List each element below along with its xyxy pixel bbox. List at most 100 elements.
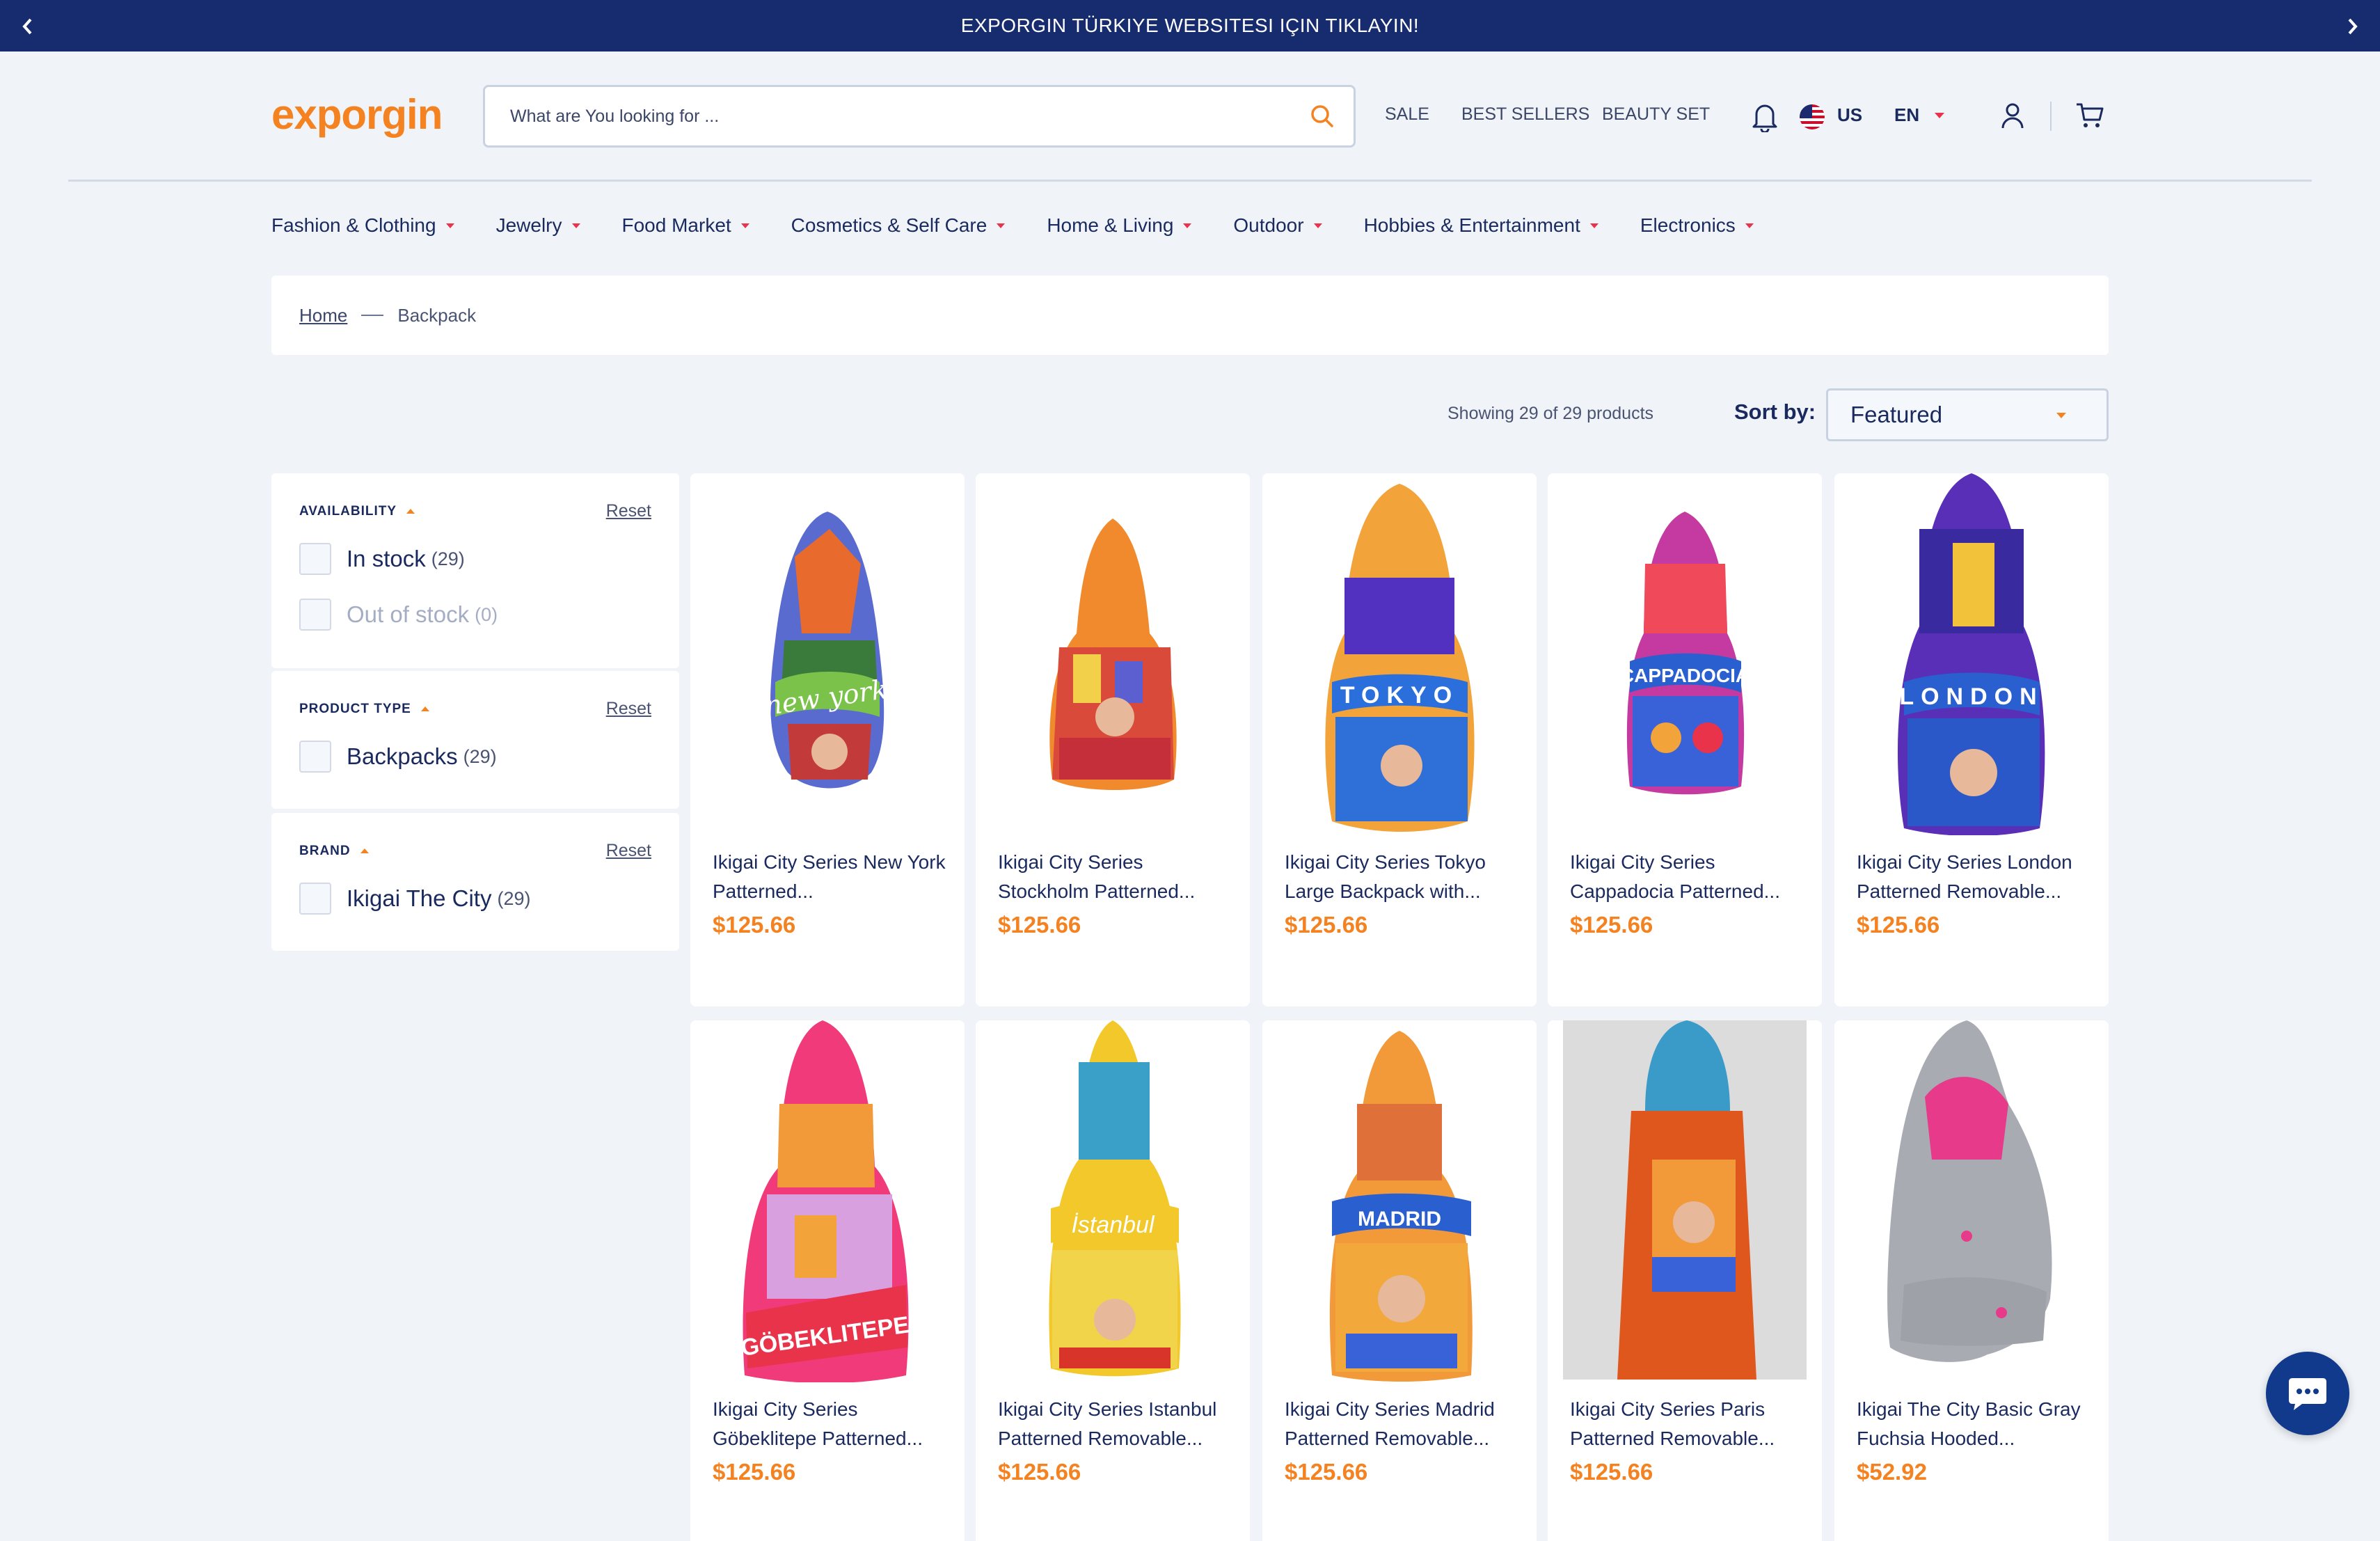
logo[interactable]: exporgin — [271, 90, 443, 139]
product-price: $125.66 — [1570, 1459, 1653, 1485]
product-image[interactable]: new york — [690, 473, 965, 835]
filter-brand: BRAND Reset Ikigai The City (29) — [271, 813, 679, 951]
product-title[interactable]: Ikigai City Series New York Patterned... — [713, 848, 946, 906]
chat-icon — [2289, 1378, 2326, 1410]
filter-brand-reset[interactable]: Reset — [606, 841, 651, 861]
product-price: $125.66 — [998, 912, 1081, 938]
filter-product-type-reset[interactable]: Reset — [606, 699, 651, 719]
caret-down-icon — [997, 223, 1006, 228]
filter-availability: AVAILABILITY Reset In stock (29) Out of … — [271, 473, 679, 668]
nav-link-sale[interactable]: SALE — [1385, 104, 1429, 125]
image-label: LONDON — [1899, 683, 2043, 710]
product-price: $125.66 — [1857, 912, 1940, 938]
filter-option-ikigai[interactable]: Ikigai The City (29) — [299, 871, 651, 926]
search-icon — [1311, 105, 1333, 127]
product-card[interactable]: GÖBEKLITEPE Ikigai City Series Göbeklite… — [690, 1020, 965, 1541]
caret-down-icon — [1935, 113, 1944, 118]
product-title[interactable]: Ikigai City Series Tokyo Large Backpack … — [1285, 848, 1518, 906]
filter-product-type: PRODUCT TYPE Reset Backpacks (29) — [271, 671, 679, 809]
product-image[interactable]: GÖBEKLITEPE — [690, 1020, 965, 1382]
product-card[interactable]: İstanbul Ikigai City Series Istanbul Pat… — [976, 1020, 1250, 1541]
product-title[interactable]: Ikigai City Series London Patterned Remo… — [1857, 848, 2091, 906]
product-image[interactable]: LONDON — [1834, 473, 2109, 835]
product-card[interactable]: Ikigai City Series Stockholm Patterned..… — [976, 473, 1250, 1006]
header-divider-line — [68, 180, 2312, 182]
search-input[interactable] — [510, 106, 1291, 127]
category-food-market[interactable]: Food Market — [622, 214, 749, 237]
cart-button[interactable] — [2075, 102, 2104, 133]
sort-select[interactable]: Featured — [1826, 388, 2109, 441]
country-selector[interactable]: US — [1837, 104, 1862, 126]
caret-down-icon — [1589, 223, 1598, 228]
product-card[interactable]: Ikigai City Series Paris Patterned Remov… — [1548, 1020, 1822, 1541]
filter-availability-reset[interactable]: Reset — [606, 501, 651, 521]
category-hobbies[interactable]: Hobbies & Entertainment — [1364, 214, 1598, 237]
product-image[interactable]: MADRID — [1262, 1020, 1537, 1382]
cart-icon — [2077, 103, 2104, 127]
chat-button[interactable] — [2266, 1352, 2349, 1435]
product-card[interactable]: MADRID Ikigai City Series Madrid Pattern… — [1262, 1020, 1537, 1541]
category-home-living[interactable]: Home & Living — [1047, 214, 1192, 237]
category-electronics[interactable]: Electronics — [1640, 214, 1754, 237]
product-image[interactable]: TOKYO — [1262, 473, 1537, 835]
product-image[interactable]: İstanbul — [976, 1020, 1250, 1382]
search-button[interactable] — [1291, 87, 1354, 145]
product-price: $125.66 — [1570, 912, 1653, 938]
account-button[interactable] — [2000, 102, 2025, 133]
filter-availability-toggle[interactable]: AVAILABILITY — [299, 504, 415, 519]
product-price: $125.66 — [713, 1459, 796, 1485]
product-price: $125.66 — [998, 1459, 1081, 1485]
product-price: $125.66 — [1285, 912, 1368, 938]
product-card[interactable]: new york Ikigai City Series New York Pat… — [690, 473, 965, 1006]
language-selector[interactable]: EN — [1894, 104, 1919, 126]
product-image[interactable] — [976, 473, 1250, 835]
category-outdoor[interactable]: Outdoor — [1233, 214, 1322, 237]
checkbox[interactable] — [299, 599, 331, 631]
caret-down-icon — [1745, 223, 1754, 228]
product-image[interactable] — [1548, 1020, 1822, 1382]
filter-brand-toggle[interactable]: BRAND — [299, 844, 369, 859]
notification-bell-button[interactable] — [1751, 102, 1779, 136]
sort-label: Sort by: — [1734, 400, 1816, 424]
product-card[interactable]: LONDON Ikigai City Series London Pattern… — [1834, 473, 2109, 1006]
checkbox[interactable] — [299, 741, 331, 773]
nav-link-beauty-set[interactable]: BEAUTY SET — [1602, 104, 1710, 125]
product-count: Showing 29 of 29 products — [1447, 404, 1654, 423]
category-jewelry[interactable]: Jewelry — [496, 214, 580, 237]
filter-option-backpacks[interactable]: Backpacks (29) — [299, 729, 651, 784]
product-card[interactable]: CAPPADOCIA Ikigai City Series Cappadocia… — [1548, 473, 1822, 1006]
product-title[interactable]: Ikigai City Series Stockholm Patterned..… — [998, 848, 1232, 906]
caret-up-icon — [360, 848, 369, 853]
product-title[interactable]: Ikigai City Series Cappadocia Patterned.… — [1570, 848, 1804, 906]
product-image[interactable]: CAPPADOCIA — [1548, 473, 1822, 835]
checkbox[interactable] — [299, 543, 331, 575]
product-title[interactable]: Ikigai City Series Istanbul Patterned Re… — [998, 1395, 1232, 1453]
product-image[interactable] — [1834, 1020, 2109, 1382]
product-title[interactable]: Ikigai City Series Paris Patterned Remov… — [1570, 1395, 1804, 1453]
product-card[interactable]: Ikigai The City Basic Gray Fuchsia Hoode… — [1834, 1020, 2109, 1541]
breadcrumb-home-link[interactable]: Home — [299, 305, 347, 326]
nav-link-best-sellers[interactable]: BEST SELLERS — [1461, 104, 1589, 125]
caret-down-icon — [571, 223, 580, 228]
filter-product-type-toggle[interactable]: PRODUCT TYPE — [299, 702, 429, 717]
caret-down-icon — [445, 223, 454, 228]
filter-option-out-of-stock[interactable]: Out of stock (0) — [299, 587, 651, 642]
us-flag-icon[interactable] — [1800, 104, 1825, 129]
caret-down-icon — [2056, 413, 2066, 418]
product-title[interactable]: Ikigai City Series Madrid Patterned Remo… — [1285, 1395, 1518, 1453]
product-title[interactable]: Ikigai City Series Göbeklitepe Patterned… — [713, 1395, 946, 1453]
product-card[interactable]: TOKYO Ikigai City Series Tokyo Large Bac… — [1262, 473, 1537, 1006]
checkbox[interactable] — [299, 883, 331, 915]
caret-up-icon — [406, 509, 415, 514]
product-price: $125.66 — [1285, 1459, 1368, 1485]
filter-option-in-stock[interactable]: In stock (29) — [299, 531, 651, 587]
announcement-prev-button[interactable] — [13, 11, 43, 42]
caret-down-icon — [1313, 223, 1322, 228]
chevron-right-icon — [2348, 18, 2358, 35]
announcement-next-button[interactable] — [2337, 11, 2367, 42]
product-title[interactable]: Ikigai The City Basic Gray Fuchsia Hoode… — [1857, 1395, 2091, 1453]
announcement-link[interactable]: EXPORGIN TÜRKIYE WEBSITESI IÇIN TIKLAYIN… — [961, 15, 1419, 37]
category-cosmetics[interactable]: Cosmetics & Self Care — [791, 214, 1006, 237]
caret-down-icon — [740, 223, 749, 228]
category-fashion[interactable]: Fashion & Clothing — [271, 214, 454, 237]
